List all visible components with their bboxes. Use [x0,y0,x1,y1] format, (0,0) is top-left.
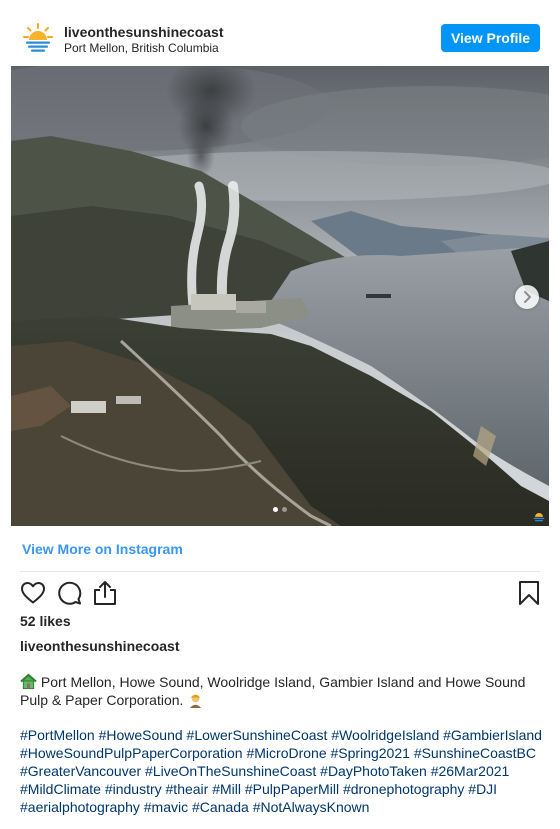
hashtag-link[interactable]: #theair [166,781,209,797]
hashtag-link[interactable]: #GambierIsland [443,727,542,743]
hashtag-link[interactable]: #MildClimate [20,781,101,797]
post-photo[interactable] [11,66,549,526]
hashtag-link[interactable]: #mavic [144,799,188,815]
caption-text: Port Mellon, Howe Sound, Woolridge Islan… [20,674,526,708]
hashtag-link[interactable]: #PulpPaperMill [245,781,339,797]
aerial-photo-image [11,66,549,526]
hashtag-link[interactable]: #industry [105,781,162,797]
watermark-logo [533,512,545,522]
post-location[interactable]: Port Mellon, British Columbia [64,41,219,55]
hashtag-link[interactable]: #aerialphotography [20,799,140,815]
carousel-next-button[interactable] [515,285,539,309]
hashtag-link[interactable]: #Mill [212,781,241,797]
worker-emoji-icon [190,694,202,708]
hashtag-link[interactable]: #DayPhotoTaken [320,763,427,779]
view-more-on-instagram-link[interactable]: View More on Instagram [22,541,183,557]
instagram-embed-card: liveonthesunshinecoast Port Mellon, Brit… [0,0,560,829]
avatar[interactable] [22,22,54,54]
hashtag-link[interactable]: #SunshineCoastBC [414,745,536,761]
carousel-dot [282,507,287,512]
post-caption: Port Mellon, Howe Sound, Woolridge Islan… [20,673,545,709]
hashtag-list: #PortMellon #HoweSound #LowerSunshineCoa… [20,726,545,816]
hashtag-link[interactable]: #LiveOnTheSunshineCoast [145,763,316,779]
hashtag-link[interactable]: #PortMellon [20,727,95,743]
hashtag-link[interactable]: #Spring2021 [331,745,410,761]
view-profile-button[interactable]: View Profile [441,24,540,52]
carousel-indicator [273,507,293,513]
divider [20,571,540,572]
hashtag-link[interactable]: #HoweSoundPulpPaperCorporation [20,745,243,761]
hashtag-link[interactable]: #NotAlwaysKnown [253,799,370,815]
caption-username[interactable]: liveonthesunshinecoast [20,638,179,654]
post-header: liveonthesunshinecoast Port Mellon, Brit… [0,0,560,66]
speech-bubble-icon[interactable] [56,580,82,606]
hashtag-link[interactable]: #MicroDrone [246,745,326,761]
hashtag-link[interactable]: #Canada [192,799,249,815]
hashtag-link[interactable]: #WoolridgeIsland [331,727,439,743]
hashtag-link[interactable]: #26Mar2021 [431,763,510,779]
bookmark-icon[interactable] [516,580,542,606]
profile-username[interactable]: liveonthesunshinecoast [64,24,223,40]
hashtag-link[interactable]: #GreaterVancouver [20,763,141,779]
share-upload-icon[interactable] [92,580,118,606]
hashtag-link[interactable]: #DJI [468,781,497,797]
hashtag-link[interactable]: #HoweSound [99,727,183,743]
likes-count[interactable]: 52 likes [20,613,71,629]
hashtag-link[interactable]: #dronephotography [343,781,464,797]
chevron-right-icon [524,291,531,303]
heart-outline-icon[interactable] [20,580,46,606]
house-emoji-icon [20,673,37,690]
hashtag-link[interactable]: #LowerSunshineCoast [187,727,328,743]
carousel-dot-active [273,507,278,512]
